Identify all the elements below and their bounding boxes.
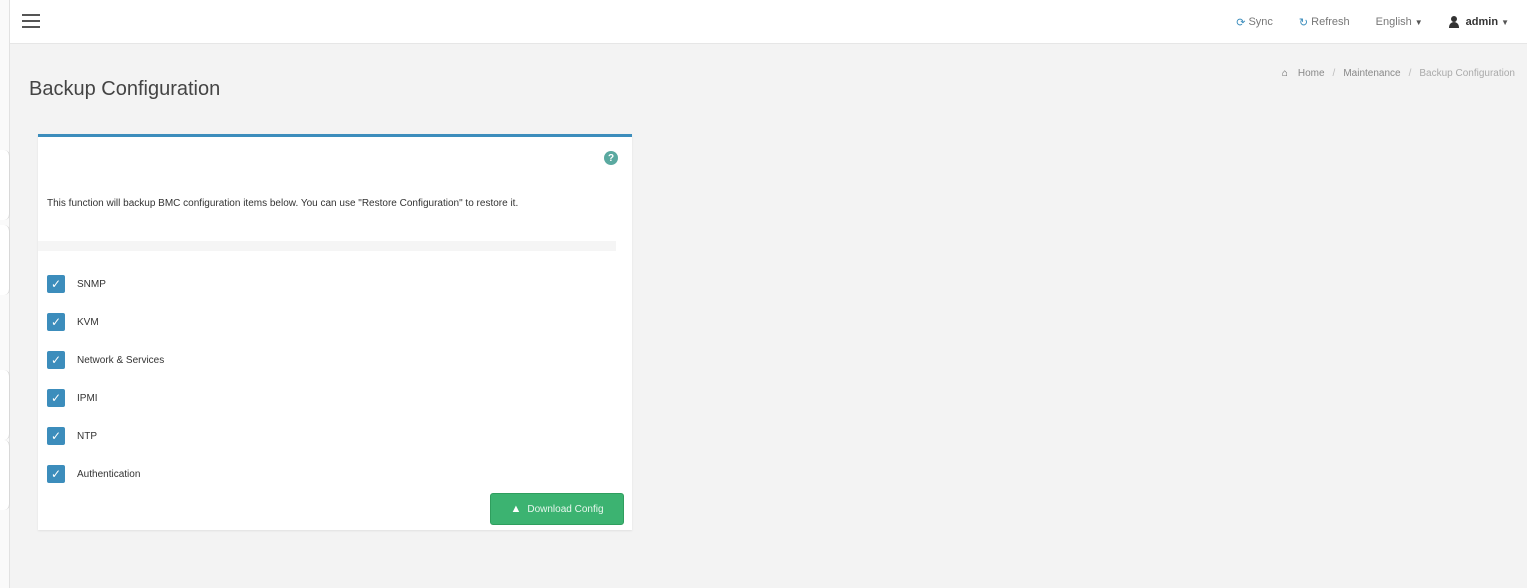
backup-item-ntp[interactable]: ✓ NTP: [47, 417, 164, 455]
language-label: English: [1375, 16, 1412, 28]
refresh-icon: ↻: [1298, 16, 1309, 29]
sync-label: Sync: [1248, 16, 1273, 28]
refresh-button[interactable]: ↻ Refresh: [1299, 16, 1350, 29]
checkbox-checked-icon[interactable]: ✓: [47, 351, 65, 369]
left-edge-tab: [0, 150, 10, 220]
backup-item-kvm[interactable]: ✓ KVM: [47, 303, 164, 341]
backup-items-list: ✓ SNMP ✓ KVM ✓ Network & Services ✓ IPMI…: [47, 265, 164, 493]
checkbox-checked-icon[interactable]: ✓: [47, 389, 65, 407]
language-dropdown[interactable]: English ▼: [1376, 16, 1423, 28]
breadcrumb-separator: /: [1332, 68, 1336, 79]
backup-item-label: Authentication: [77, 468, 141, 480]
sync-button[interactable]: ⟳ Sync: [1236, 16, 1273, 29]
checkbox-checked-icon[interactable]: ✓: [47, 313, 65, 331]
download-config-button[interactable]: ▲ Download Config: [490, 493, 624, 525]
backup-item-network-services[interactable]: ✓ Network & Services: [47, 341, 164, 379]
user-icon: [1448, 16, 1459, 28]
chevron-down-icon: ▼: [1501, 17, 1509, 27]
chevron-down-icon: ▼: [1414, 17, 1423, 27]
left-edge: [0, 0, 10, 588]
download-icon: ▲: [510, 503, 522, 515]
left-edge-tab: [0, 440, 10, 510]
page-title: Backup Configuration: [29, 78, 221, 100]
user-label: admin: [1465, 16, 1499, 28]
backup-item-label: KVM: [77, 316, 99, 328]
help-icon[interactable]: ?: [604, 151, 618, 165]
backup-description: This function will backup BMC configurat…: [47, 198, 519, 209]
checkbox-checked-icon[interactable]: ✓: [47, 275, 65, 293]
backup-item-authentication[interactable]: ✓ Authentication: [47, 455, 164, 493]
backup-item-label: SNMP: [77, 278, 106, 290]
breadcrumb-current: Backup Configuration: [1419, 68, 1515, 79]
checkbox-checked-icon[interactable]: ✓: [47, 427, 65, 445]
breadcrumb: ⌂ Home / Maintenance / Backup Configurat…: [1282, 68, 1515, 79]
checkbox-checked-icon[interactable]: ✓: [47, 465, 65, 483]
download-config-label: Download Config: [527, 503, 604, 515]
breadcrumb-separator: /: [1408, 68, 1412, 79]
home-icon: ⌂: [1281, 68, 1288, 79]
backup-item-label: IPMI: [77, 392, 98, 404]
breadcrumb-section[interactable]: Maintenance: [1343, 68, 1400, 79]
left-edge-tab: [0, 370, 10, 440]
top-navbar: ⟳ Sync ↻ Refresh English ▼ admin ▼: [10, 0, 1527, 44]
backup-item-snmp[interactable]: ✓ SNMP: [47, 265, 164, 303]
breadcrumb-home[interactable]: Home: [1298, 68, 1325, 79]
user-menu[interactable]: admin ▼: [1448, 16, 1509, 28]
top-nav-menu: ⟳ Sync ↻ Refresh English ▼ admin ▼: [1236, 0, 1509, 44]
section-divider: [38, 241, 616, 251]
backup-item-label: NTP: [77, 430, 97, 442]
backup-item-label: Network & Services: [77, 354, 165, 366]
refresh-label: Refresh: [1311, 16, 1350, 28]
backup-config-panel: ? This function will backup BMC configur…: [38, 134, 632, 530]
sync-icon: ⟳: [1236, 16, 1246, 29]
left-edge-tab: [0, 225, 10, 295]
hamburger-icon[interactable]: [22, 14, 40, 28]
backup-item-ipmi[interactable]: ✓ IPMI: [47, 379, 164, 417]
